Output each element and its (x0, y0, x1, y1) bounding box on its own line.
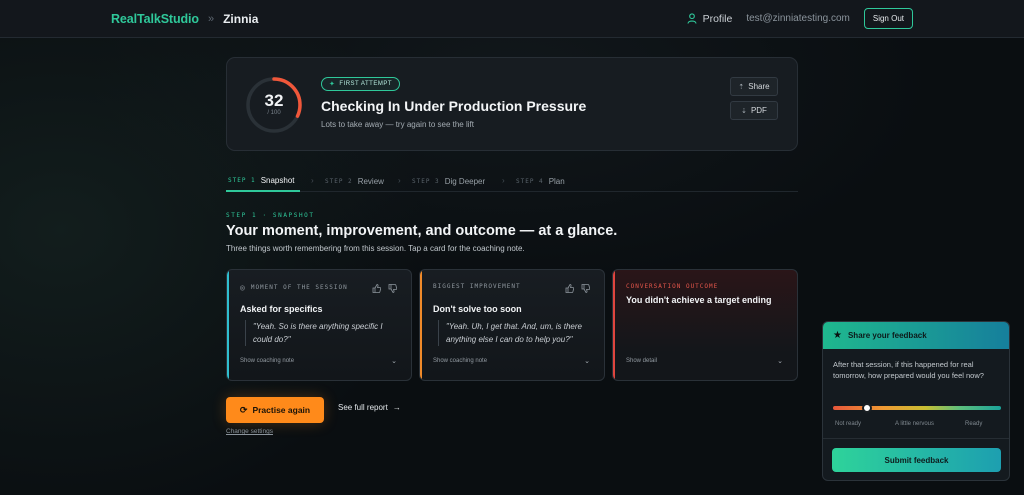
chevron-right-icon: › (398, 176, 401, 185)
chevron-right-icon: › (311, 176, 314, 185)
tab-snapshot[interactable]: STEP 1 Snapshot (226, 170, 300, 192)
card-label-text: MOMENT OF THE SESSION (250, 284, 348, 291)
section-eyebrow: STEP 1 · SNAPSHOT (226, 212, 315, 219)
card-title: You didn't achieve a target ending (626, 295, 772, 305)
submit-feedback-button[interactable]: Submit feedback (832, 448, 1001, 472)
pdf-button[interactable]: ⇣ PDF (730, 101, 778, 120)
chevron-down-icon: ⌄ (584, 358, 590, 365)
top-nav-bar: RealTalkStudio » Zinnia Profile test@zin… (0, 0, 1024, 38)
card-label-text: CONVERSATION OUTCOME (626, 283, 719, 290)
show-coaching-note[interactable]: Show coaching note ⌄ (240, 357, 397, 365)
profile-label: Profile (702, 12, 733, 25)
step-number: STEP 4 (516, 177, 544, 185)
card-label: CONVERSATION OUTCOME (626, 283, 718, 290)
divider (823, 438, 1009, 439)
card-footer-label: Show coaching note (433, 358, 488, 364)
upload-icon: ⇡ (738, 83, 745, 91)
card-title: Don't solve too soon (433, 304, 522, 314)
tab-plan[interactable]: STEP 4 Plan (516, 170, 565, 192)
improvement-card[interactable]: BIGGEST IMPROVEMENT Don't solve too soon… (419, 269, 605, 381)
breadcrumb-current: Zinnia (223, 11, 259, 26)
card-title: Asked for specifics (240, 304, 323, 314)
chevron-down-icon: ⌄ (777, 358, 783, 365)
score-ring: 32 / 100 (245, 76, 303, 134)
score-summary-card: 32 / 100 ✦ FIRST ATTEMPT Checking In Und… (226, 57, 798, 151)
change-settings-link[interactable]: Change settings (226, 428, 273, 435)
card-reactions (372, 284, 397, 293)
share-button[interactable]: ⇡ Share (730, 77, 778, 96)
feedback-widget: ★ Share your feedback After that session… (822, 321, 1010, 481)
thumbs-down-icon[interactable] (388, 284, 397, 293)
feedback-header: ★ Share your feedback (823, 322, 1009, 349)
tab-dig-deeper[interactable]: STEP 3 Dig Deeper (412, 170, 485, 192)
step-label: Review (357, 176, 384, 186)
breadcrumb-separator: » (207, 12, 215, 25)
step-label: Dig Deeper (444, 176, 486, 186)
share-label: Share (748, 82, 770, 91)
card-label: BIGGEST IMPROVEMENT (433, 283, 521, 290)
step-number: STEP 2 (325, 177, 353, 185)
thumbs-up-icon[interactable] (565, 284, 574, 293)
chevron-right-icon: › (502, 176, 505, 185)
step-label: Plan (548, 176, 565, 186)
first-attempt-badge: ✦ FIRST ATTEMPT (321, 77, 400, 91)
download-icon: ⇣ (741, 107, 747, 115)
sparkle-icon: ✦ (329, 81, 336, 88)
scale-label-high: Ready (965, 421, 983, 427)
readiness-slider[interactable] (833, 406, 1001, 410)
tab-review[interactable]: STEP 2 Review (325, 170, 384, 192)
practise-again-label: Practise again (252, 405, 311, 415)
score-value: 32 (264, 91, 284, 110)
practise-again-button[interactable]: ⟳ Practise again (226, 397, 324, 423)
score-max: / 100 (267, 110, 281, 116)
card-accent (420, 270, 422, 380)
profile-link[interactable]: Profile (687, 12, 733, 25)
step-number: STEP 1 (228, 176, 256, 184)
card-accent (613, 270, 615, 380)
card-accent (227, 270, 229, 380)
card-label-text: BIGGEST IMPROVEMENT (433, 283, 521, 290)
user-email: test@zinniatesting.com (746, 13, 850, 24)
refresh-icon: ⟳ (239, 404, 248, 415)
step-tabs: STEP 1 Snapshot › STEP 2 Review › STEP 3… (226, 170, 798, 192)
brand-logo[interactable]: RealTalkStudio (111, 12, 199, 26)
action-row: ⟳ Practise again See full report → (226, 397, 798, 423)
thumbs-up-icon[interactable] (372, 284, 381, 293)
show-coaching-note[interactable]: Show coaching note ⌄ (433, 357, 590, 365)
user-icon (687, 13, 697, 24)
slider-handle[interactable] (861, 403, 872, 413)
sign-out-button[interactable]: Sign Out (863, 8, 913, 29)
first-attempt-label: FIRST ATTEMPT (339, 81, 392, 87)
star-icon: ★ (833, 330, 842, 341)
scenario-title: Checking In Under Production Pressure (321, 98, 587, 114)
arrow-right-icon: → (392, 403, 401, 412)
chevron-down-icon: ⌄ (391, 358, 397, 365)
check-circle-icon: ◎ (240, 283, 246, 292)
thumbs-down-icon[interactable] (581, 284, 590, 293)
moment-card[interactable]: ◎ MOMENT OF THE SESSION Asked for specif… (226, 269, 412, 381)
pdf-label: PDF (750, 106, 767, 115)
show-detail[interactable]: Show detail ⌄ (626, 357, 783, 365)
section-title: Your moment, improvement, and outcome — … (226, 223, 618, 239)
top-nav-right: Profile test@zinniatesting.com Sign Out (687, 8, 913, 29)
outcome-card[interactable]: CONVERSATION OUTCOME You didn't achieve … (612, 269, 798, 381)
feedback-title: Share your feedback (847, 331, 927, 340)
step-label: Snapshot (260, 175, 295, 185)
scale-label-low: Not ready (835, 421, 862, 427)
step-number: STEP 3 (412, 177, 440, 185)
feedback-question: After that session, if this happened for… (833, 360, 984, 380)
card-reactions (565, 284, 590, 293)
scale-label-mid: A little nervous (895, 421, 935, 427)
card-footer-label: Show coaching note (240, 358, 295, 364)
card-label: ◎ MOMENT OF THE SESSION (240, 283, 348, 292)
section-subtitle: Three things worth remembering from this… (226, 244, 525, 253)
scenario-subtitle: Lots to take away — try again to see the… (321, 120, 474, 129)
card-quote: "Yeah. So is there anything specific I c… (245, 320, 395, 346)
full-report-label: See full report (338, 403, 388, 412)
card-quote: "Yeah. Uh, I get that. And, um, is there… (438, 320, 588, 346)
card-footer-label: Show detail (626, 358, 658, 364)
main-content: 32 / 100 ✦ FIRST ATTEMPT Checking In Und… (226, 57, 798, 435)
see-full-report-link[interactable]: See full report → (338, 403, 401, 412)
